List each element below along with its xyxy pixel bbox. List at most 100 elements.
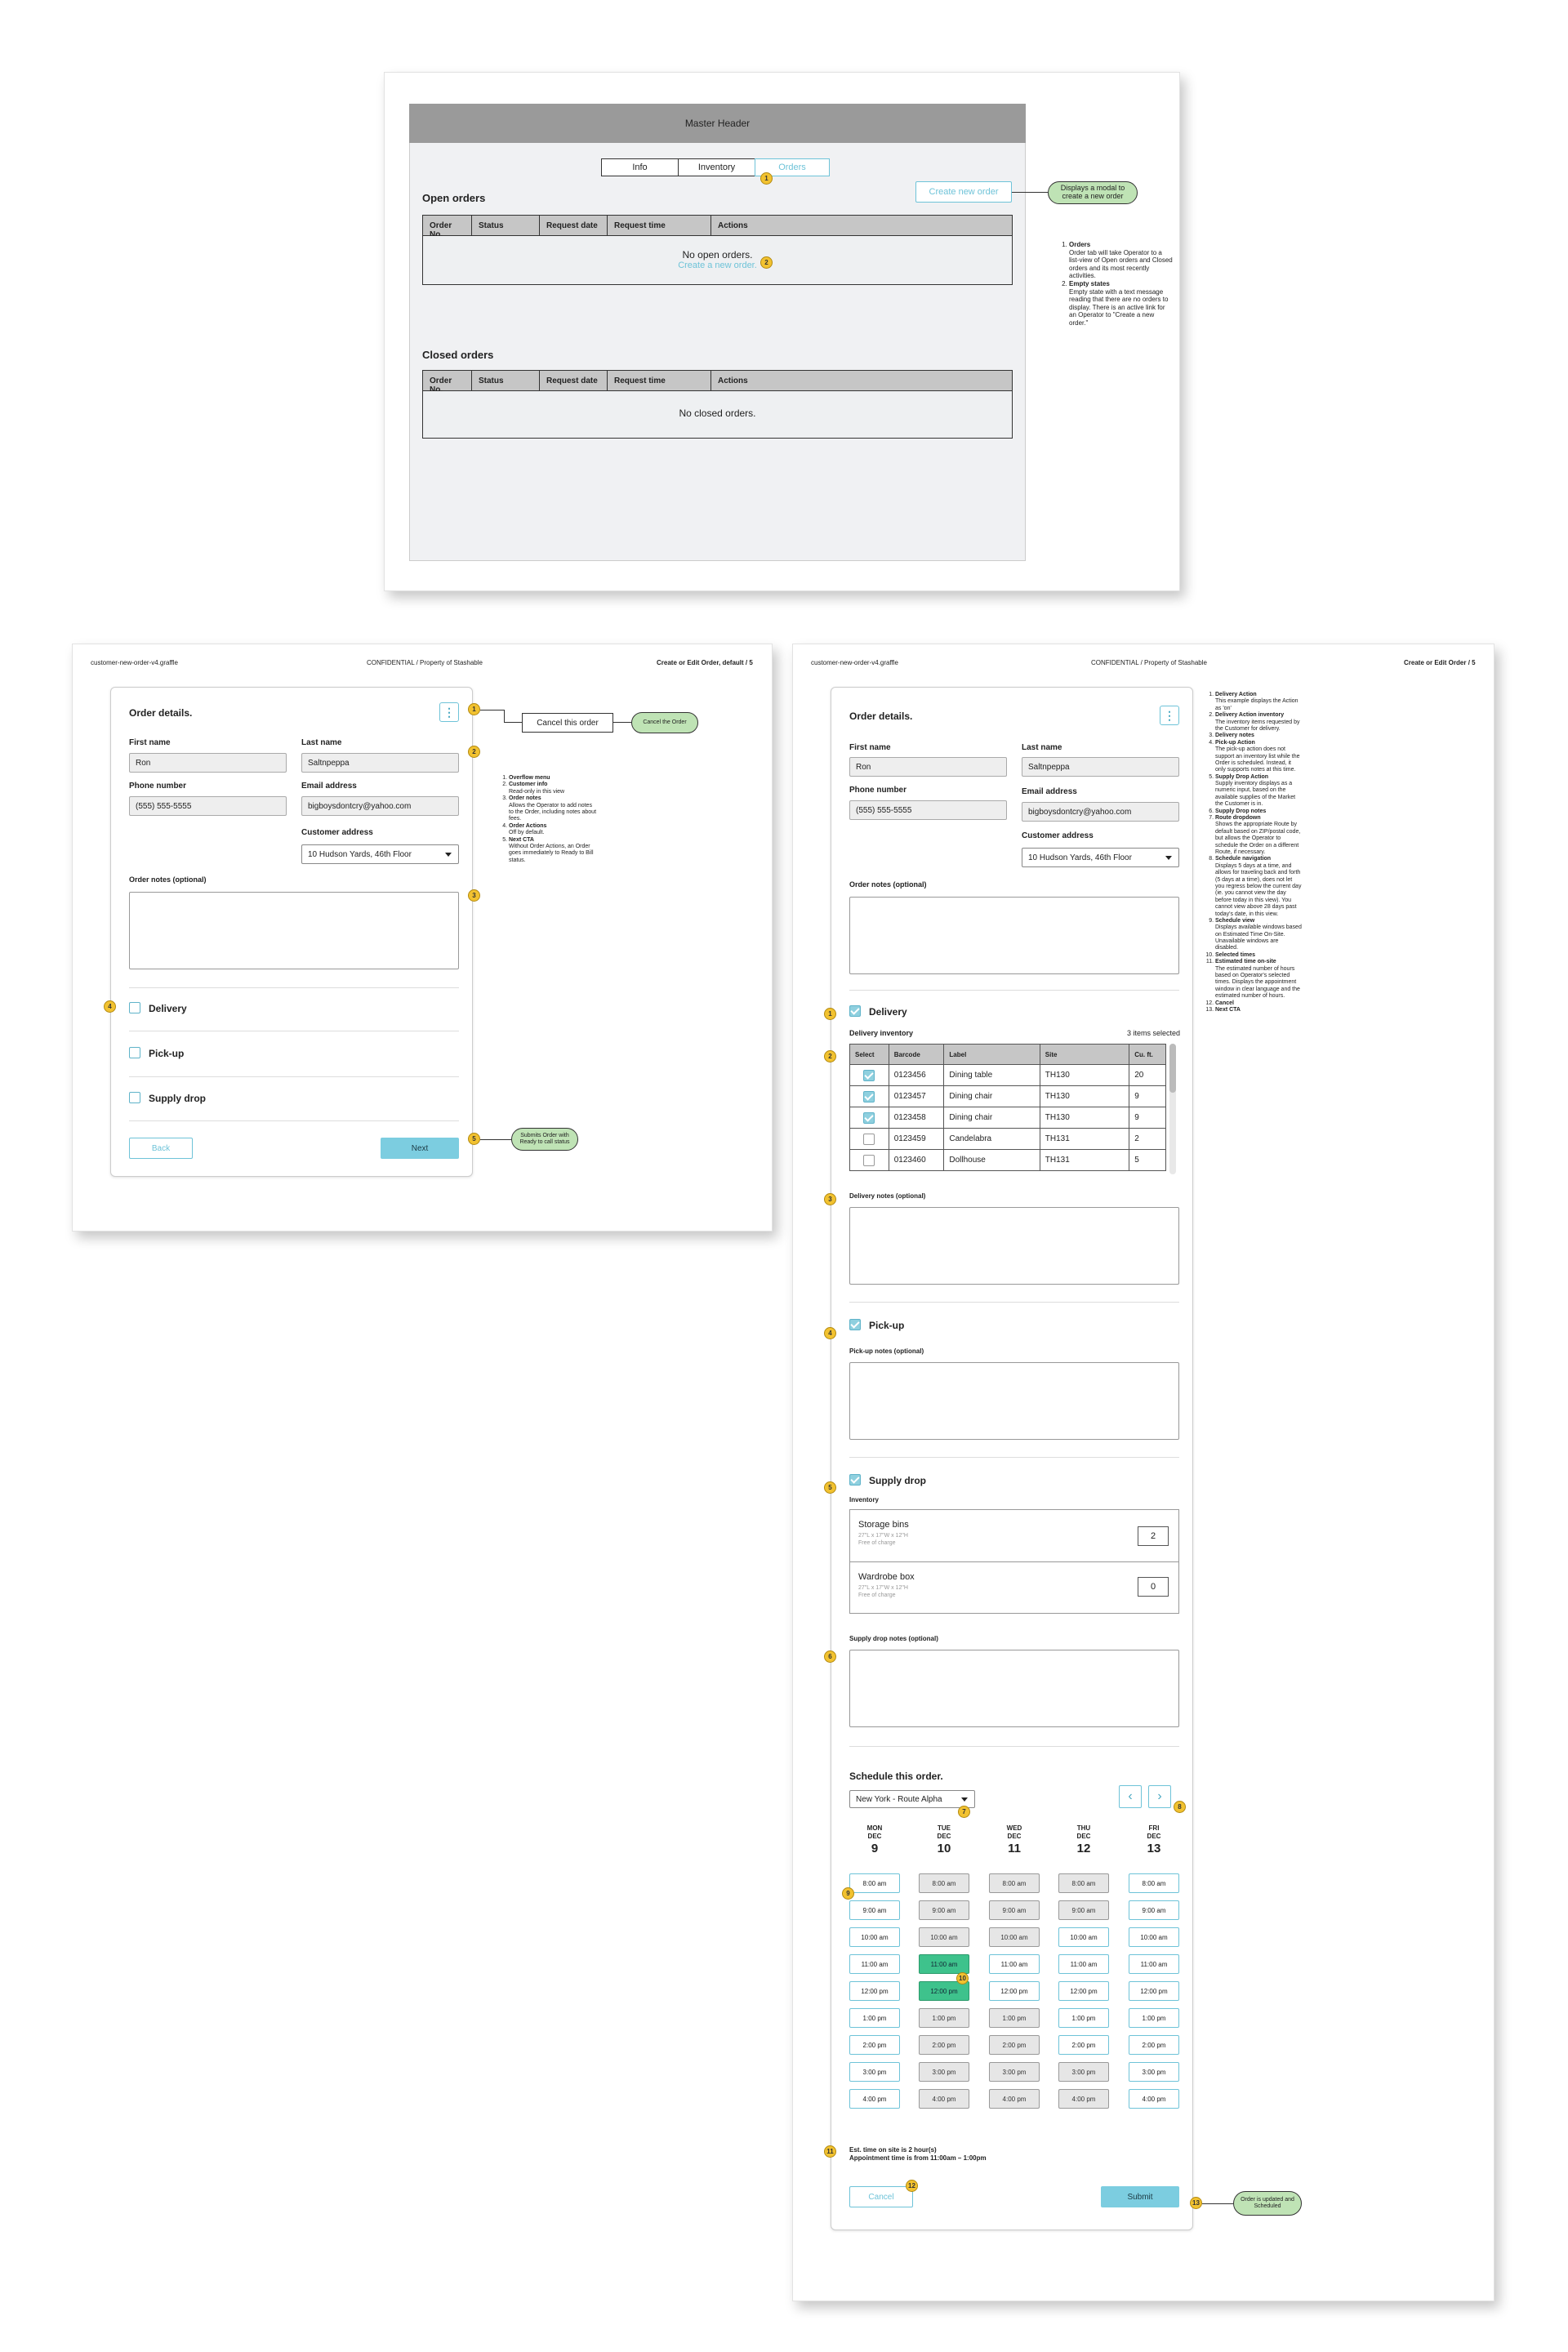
- order-notes-textarea[interactable]: [849, 897, 1179, 974]
- first-name-field[interactable]: Ron: [129, 753, 287, 773]
- cancel-button[interactable]: Cancel: [849, 2186, 913, 2207]
- submit-button[interactable]: Submit: [1101, 2186, 1179, 2207]
- time-slot[interactable]: 4:00 pm: [919, 2089, 969, 2109]
- last-name-field[interactable]: Saltnpeppa: [301, 753, 459, 773]
- supply-drop-checkbox[interactable]: [849, 1474, 861, 1486]
- row-select-checkbox[interactable]: [863, 1111, 875, 1124]
- time-slot[interactable]: 11:00 am: [849, 1954, 900, 1974]
- delivery-checkbox[interactable]: [849, 1005, 861, 1017]
- time-slot[interactable]: 3:00 pm: [989, 2062, 1040, 2082]
- time-slot[interactable]: 10:00 am: [989, 1927, 1040, 1947]
- table-row[interactable]: 0123458 Dining chair TH130 9: [849, 1107, 1166, 1129]
- next-week-button[interactable]: ›: [1148, 1785, 1171, 1808]
- time-slot[interactable]: 10:00 am: [849, 1927, 900, 1947]
- time-slot[interactable]: 3:00 pm: [849, 2062, 900, 2082]
- time-slot[interactable]: 9:00 am: [919, 1900, 969, 1920]
- time-slot[interactable]: 9:00 am: [1129, 1900, 1179, 1920]
- last-name-label: Last name: [1022, 743, 1062, 752]
- time-slot[interactable]: 3:00 pm: [1058, 2062, 1109, 2082]
- time-slot[interactable]: 2:00 pm: [919, 2035, 969, 2055]
- row-select-checkbox[interactable]: [863, 1069, 875, 1081]
- row-select-checkbox[interactable]: [863, 1154, 875, 1166]
- create-new-order-button[interactable]: Create new order: [915, 181, 1012, 203]
- supply-notes-textarea[interactable]: [849, 1650, 1179, 1727]
- delivery-checkbox[interactable]: [129, 1002, 140, 1013]
- pickup-notes-textarea[interactable]: [849, 1362, 1179, 1440]
- phone-field[interactable]: (555) 555-5555: [849, 800, 1007, 820]
- divider: [849, 990, 1179, 991]
- time-slot[interactable]: 2:00 pm: [1129, 2035, 1179, 2055]
- time-slot[interactable]: 2:00 pm: [989, 2035, 1040, 2055]
- table-row[interactable]: 0123459 Candelabra TH131 2: [849, 1129, 1166, 1150]
- overflow-menu-button[interactable]: ⋮: [1160, 706, 1179, 725]
- table-row[interactable]: 0123460 Dollhouse TH131 5: [849, 1150, 1166, 1171]
- time-slot[interactable]: 9:00 am: [849, 1900, 900, 1920]
- address-select[interactable]: 10 Hudson Yards, 46th Floor: [301, 844, 459, 864]
- row-select-checkbox[interactable]: [863, 1090, 875, 1102]
- pickup-checkbox[interactable]: [849, 1319, 861, 1330]
- time-slot[interactable]: 11:00 am: [919, 1954, 969, 1974]
- time-slot[interactable]: 10:00 am: [919, 1927, 969, 1947]
- time-slot[interactable]: 4:00 pm: [989, 2089, 1040, 2109]
- time-slot[interactable]: 3:00 pm: [1129, 2062, 1179, 2082]
- time-slot[interactable]: 8:00 am: [1129, 1873, 1179, 1893]
- time-slot[interactable]: 8:00 am: [1058, 1873, 1109, 1893]
- time-slot[interactable]: 1:00 pm: [989, 2008, 1040, 2028]
- pickup-checkbox[interactable]: [129, 1047, 140, 1058]
- tab-info[interactable]: Info: [601, 158, 679, 176]
- time-slot[interactable]: 2:00 pm: [849, 2035, 900, 2055]
- tab-inventory[interactable]: Inventory: [678, 158, 755, 176]
- create-order-link[interactable]: Create a new order.: [423, 261, 1012, 270]
- overflow-menu-button[interactable]: ⋮: [439, 702, 459, 722]
- address-select[interactable]: 10 Hudson Yards, 46th Floor: [1022, 848, 1179, 867]
- time-slot[interactable]: 4:00 pm: [849, 2089, 900, 2109]
- open-orders-header: Order No. Status Request date Request ti…: [422, 215, 1013, 239]
- schedule-title: Schedule this order.: [849, 1771, 943, 1782]
- time-slot[interactable]: 9:00 am: [1058, 1900, 1109, 1920]
- time-slot[interactable]: 10:00 am: [1129, 1927, 1179, 1947]
- supply-drop-checkbox[interactable]: [129, 1092, 140, 1103]
- time-slot[interactable]: 8:00 am: [989, 1873, 1040, 1893]
- table-row[interactable]: 0123457 Dining chair TH130 9: [849, 1086, 1166, 1107]
- email-field[interactable]: bigboysdontcry@yahoo.com: [301, 796, 459, 816]
- time-slot[interactable]: 12:00 pm: [989, 1981, 1040, 2001]
- time-slot[interactable]: 9:00 am: [989, 1900, 1040, 1920]
- cancel-order-button[interactable]: Cancel this order: [522, 713, 613, 733]
- phone-field[interactable]: (555) 555-5555: [129, 796, 287, 816]
- time-slot[interactable]: 12:00 pm: [1129, 1981, 1179, 2001]
- supply-notes-label: Supply drop notes (optional): [849, 1635, 938, 1642]
- time-slot[interactable]: 1:00 pm: [919, 2008, 969, 2028]
- delivery-notes-textarea[interactable]: [849, 1207, 1179, 1285]
- time-slot[interactable]: 1:00 pm: [849, 2008, 900, 2028]
- quantity-stepper[interactable]: 2: [1138, 1526, 1169, 1546]
- time-slot[interactable]: 1:00 pm: [1058, 2008, 1109, 2028]
- row-select-checkbox[interactable]: [863, 1133, 875, 1145]
- time-slot[interactable]: 10:00 am: [1058, 1927, 1109, 1947]
- time-slot[interactable]: 4:00 pm: [1129, 2089, 1179, 2109]
- next-button[interactable]: Next: [381, 1138, 459, 1159]
- email-field[interactable]: bigboysdontcry@yahoo.com: [1022, 802, 1179, 822]
- order-notes-textarea[interactable]: [129, 892, 459, 969]
- time-slot[interactable]: 2:00 pm: [1058, 2035, 1109, 2055]
- route-select[interactable]: New York - Route Alpha: [849, 1790, 975, 1808]
- time-slot[interactable]: 8:00 am: [849, 1873, 900, 1893]
- time-slot[interactable]: 8:00 am: [919, 1873, 969, 1893]
- back-button[interactable]: Back: [129, 1138, 193, 1159]
- table-row[interactable]: 0123456 Dining table TH130 20: [849, 1065, 1166, 1086]
- quantity-stepper[interactable]: 0: [1138, 1577, 1169, 1597]
- last-name-field[interactable]: Saltnpeppa: [1022, 757, 1179, 777]
- time-slot[interactable]: 1:00 pm: [1129, 2008, 1179, 2028]
- time-slot[interactable]: 11:00 am: [989, 1954, 1040, 1974]
- connector: [1012, 192, 1048, 193]
- supply-dims: 27"L x 17"W x 12"H: [858, 1585, 908, 1591]
- prev-week-button[interactable]: ‹: [1119, 1785, 1142, 1808]
- first-name-field[interactable]: Ron: [849, 757, 1007, 777]
- table-scrollbar[interactable]: [1169, 1044, 1176, 1174]
- time-slot[interactable]: 4:00 pm: [1058, 2089, 1109, 2109]
- time-slot[interactable]: 11:00 am: [1058, 1954, 1109, 1974]
- scrollbar-thumb[interactable]: [1169, 1044, 1176, 1093]
- time-slot[interactable]: 3:00 pm: [919, 2062, 969, 2082]
- time-slot[interactable]: 12:00 pm: [849, 1981, 900, 2001]
- time-slot[interactable]: 11:00 am: [1129, 1954, 1179, 1974]
- time-slot[interactable]: 12:00 pm: [1058, 1981, 1109, 2001]
